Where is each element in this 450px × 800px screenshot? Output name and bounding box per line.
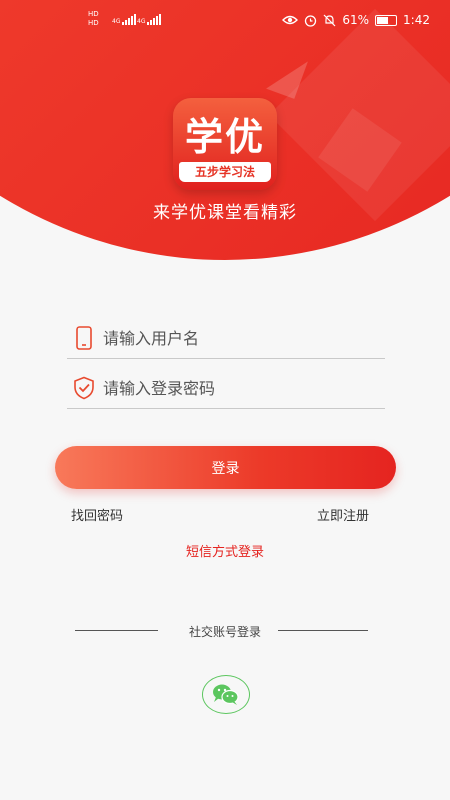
username-input[interactable]: [103, 326, 373, 350]
forgot-password-link[interactable]: 找回密码: [71, 505, 123, 524]
eye-icon: [282, 15, 299, 25]
hd-badge: HD: [88, 10, 99, 18]
network-type: 4G: [112, 18, 121, 25]
app-logo: 学优 五步学习法: [173, 98, 277, 190]
clock: 1:42: [403, 13, 430, 27]
username-field[interactable]: [67, 318, 385, 359]
status-bar: HD HD 4G 4G 61% 1:42: [0, 0, 450, 40]
wechat-icon: [213, 684, 239, 705]
tagline: 来学优课堂看精彩: [153, 203, 297, 223]
phone-icon: [76, 326, 92, 350]
password-input[interactable]: [103, 376, 373, 400]
login-button[interactable]: 登录: [55, 446, 396, 489]
battery-percent: 61%: [342, 13, 370, 27]
register-link[interactable]: 立即注册: [317, 505, 369, 524]
logo-subtitle: 五步学习法: [179, 162, 271, 182]
status-right: 61% 1:42: [282, 13, 430, 27]
password-field[interactable]: [67, 368, 385, 409]
signal-icon: 4G: [112, 14, 137, 25]
logo-title: 学优: [184, 115, 265, 159]
signal-icon: 4G: [137, 14, 162, 25]
alarm-icon: [305, 14, 317, 27]
divider-right: [278, 630, 368, 631]
shield-check-icon: [74, 376, 94, 400]
network-type: 4G: [137, 18, 146, 25]
sms-login-link[interactable]: 短信方式登录: [0, 541, 450, 560]
sim-indicators: HD HD: [88, 10, 99, 28]
battery-icon: [375, 14, 398, 26]
mute-icon: [323, 14, 336, 26]
wechat-login-button[interactable]: [202, 675, 250, 714]
hd-badge: HD: [88, 19, 99, 27]
social-login-label: 社交账号登录: [188, 625, 261, 639]
